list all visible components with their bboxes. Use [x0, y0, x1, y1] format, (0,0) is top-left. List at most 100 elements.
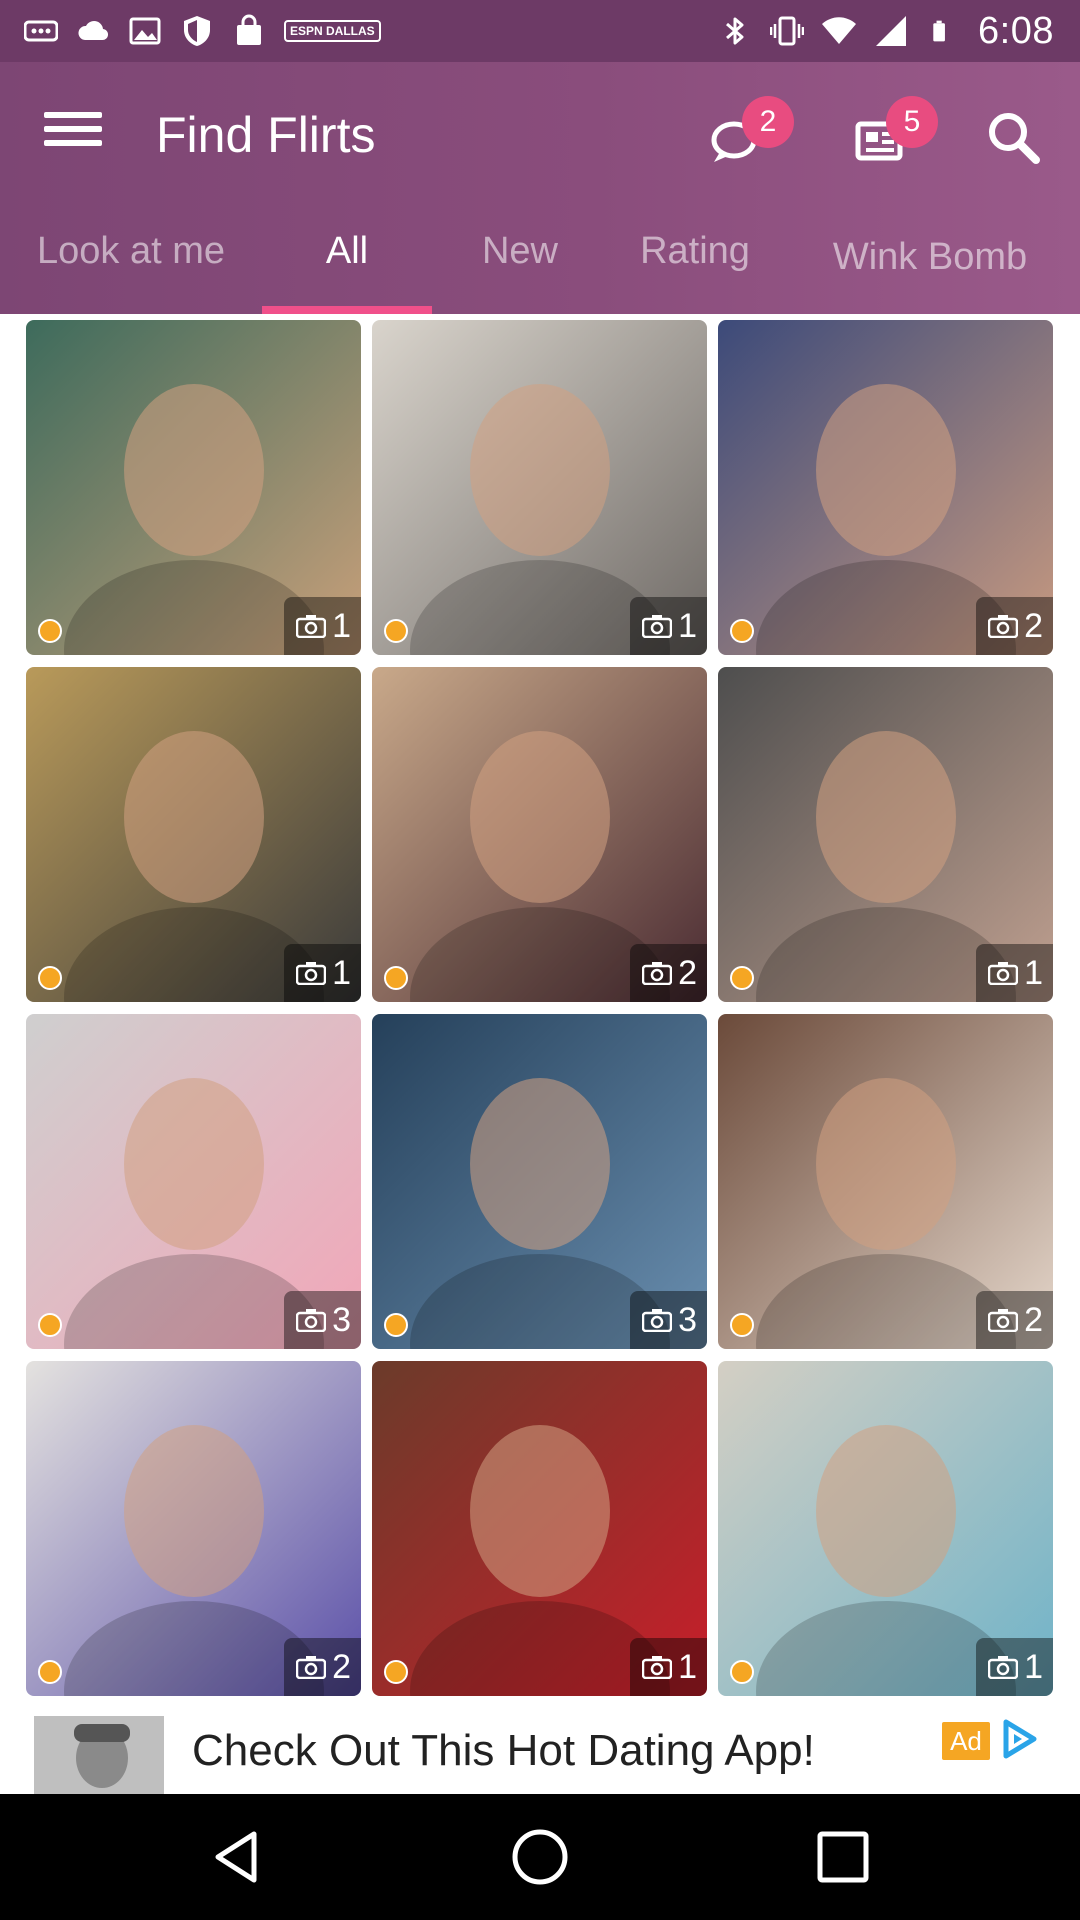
- photo-count-badge: 2: [284, 1638, 361, 1696]
- tab-label: Look at me: [37, 230, 225, 272]
- online-status-dot: [730, 966, 754, 990]
- photo-count: 3: [332, 1300, 351, 1339]
- app-bar: Find Flirts 2 5 Look at me All New Ratin…: [0, 62, 1080, 314]
- photo-count: 2: [1024, 1300, 1043, 1339]
- online-status-dot: [38, 1313, 62, 1337]
- ad-choices-icon[interactable]: [998, 1718, 1040, 1760]
- photo-count-badge: 2: [976, 597, 1053, 655]
- menu-button[interactable]: [44, 106, 102, 156]
- profile-card[interactable]: 2: [718, 1014, 1053, 1349]
- news-badge: 5: [886, 96, 938, 148]
- photo-count: 1: [678, 606, 697, 645]
- ad-banner[interactable]: Check Out This Hot Dating App! Ad: [0, 1700, 1080, 1794]
- profile-card[interactable]: 1: [26, 667, 361, 1002]
- profile-card[interactable]: 1: [372, 1361, 707, 1696]
- camera-icon: [988, 615, 1019, 638]
- photo-count: 1: [1024, 1647, 1043, 1686]
- photo-count: 2: [678, 953, 697, 992]
- profile-card[interactable]: 1: [718, 667, 1053, 1002]
- navigation-bar: [0, 1794, 1080, 1920]
- vibrate-icon: [770, 14, 805, 48]
- camera-icon: [296, 962, 327, 985]
- recents-icon[interactable]: [810, 1824, 876, 1890]
- profile-card[interactable]: 3: [26, 1014, 361, 1349]
- tab-new[interactable]: New: [432, 230, 608, 314]
- photo-count: 1: [678, 1647, 697, 1686]
- camera-icon: [642, 1309, 673, 1332]
- camera-icon: [988, 962, 1019, 985]
- online-status-dot: [384, 619, 408, 643]
- profile-card[interactable]: 1: [372, 320, 707, 655]
- bluetooth-icon: [718, 14, 752, 48]
- online-status-dot: [384, 1313, 408, 1337]
- tab-wink-bomb[interactable]: Wink Bomb: [782, 230, 1078, 314]
- photo-count: 2: [332, 1647, 351, 1686]
- status-left-icons: ESPN DALLAS: [0, 14, 381, 48]
- camera-icon: [296, 615, 327, 638]
- online-status-dot: [38, 966, 62, 990]
- tab-label: Rating: [640, 230, 750, 272]
- photo-count-badge: 3: [284, 1291, 361, 1349]
- online-status-dot: [730, 1660, 754, 1684]
- shopping-bag-icon: [232, 14, 266, 48]
- camera-icon: [988, 1309, 1019, 1332]
- menu-icon-line: [44, 140, 102, 146]
- photo-count: 3: [678, 1300, 697, 1339]
- espn-icon: ESPN DALLAS: [284, 20, 381, 42]
- search-button[interactable]: [976, 100, 1056, 180]
- photo-count-badge: 1: [630, 597, 707, 655]
- camera-icon: [988, 1656, 1019, 1679]
- tab-rating[interactable]: Rating: [608, 230, 782, 314]
- photo-count: 1: [332, 953, 351, 992]
- menu-icon-line: [44, 126, 102, 132]
- photo-count-badge: 1: [284, 597, 361, 655]
- profile-card[interactable]: 1: [26, 320, 361, 655]
- status-bar: ESPN DALLAS 6:08: [0, 0, 1080, 62]
- profile-card[interactable]: 1: [718, 1361, 1053, 1696]
- status-time: 6:08: [978, 9, 1054, 52]
- photo-count-badge: 1: [976, 944, 1053, 1002]
- photo-count: 1: [1024, 953, 1043, 992]
- online-status-dot: [384, 966, 408, 990]
- tab-indicator: [262, 306, 432, 314]
- photo-count-badge: 3: [630, 1291, 707, 1349]
- back-icon[interactable]: [204, 1824, 270, 1890]
- shield-icon: [180, 14, 214, 48]
- photo-count: 2: [1024, 606, 1043, 645]
- online-status-dot: [730, 1313, 754, 1337]
- camera-icon: [296, 1656, 327, 1679]
- photo-count-badge: 2: [630, 944, 707, 1002]
- messages-badge: 2: [742, 96, 794, 148]
- notification-dots-icon: [24, 14, 58, 48]
- profile-card[interactable]: 2: [718, 320, 1053, 655]
- ad-text: Check Out This Hot Dating App!: [192, 1726, 815, 1775]
- camera-icon: [296, 1309, 327, 1332]
- search-icon: [989, 113, 1040, 164]
- photo-count-badge: 1: [976, 1638, 1053, 1696]
- tab-label: Wink Bomb: [832, 236, 1028, 278]
- image-icon: [128, 14, 162, 48]
- tab-look-at-me[interactable]: Look at me: [0, 230, 262, 314]
- profile-card[interactable]: 2: [26, 1361, 361, 1696]
- photo-count-badge: 1: [630, 1638, 707, 1696]
- photo-count: 1: [332, 606, 351, 645]
- profile-card[interactable]: 2: [372, 667, 707, 1002]
- page-title: Find Flirts: [156, 107, 376, 163]
- online-status-dot: [384, 1660, 408, 1684]
- cloud-icon: [76, 14, 110, 48]
- status-right-icons: 6:08: [718, 10, 1080, 53]
- battery-icon: [926, 14, 960, 48]
- tab-all[interactable]: All: [262, 230, 432, 314]
- ad-thumbnail: [34, 1716, 164, 1794]
- news-button[interactable]: 5: [846, 96, 938, 180]
- online-status-dot: [730, 619, 754, 643]
- home-icon[interactable]: [507, 1824, 573, 1890]
- tab-label: New: [481, 230, 559, 272]
- profile-card[interactable]: 3: [372, 1014, 707, 1349]
- menu-icon-line: [44, 112, 102, 118]
- photo-count-badge: 2: [976, 1291, 1053, 1349]
- camera-icon: [642, 615, 673, 638]
- messages-button[interactable]: 2: [700, 96, 794, 180]
- online-status-dot: [38, 1660, 62, 1684]
- tab-label: All: [325, 230, 369, 272]
